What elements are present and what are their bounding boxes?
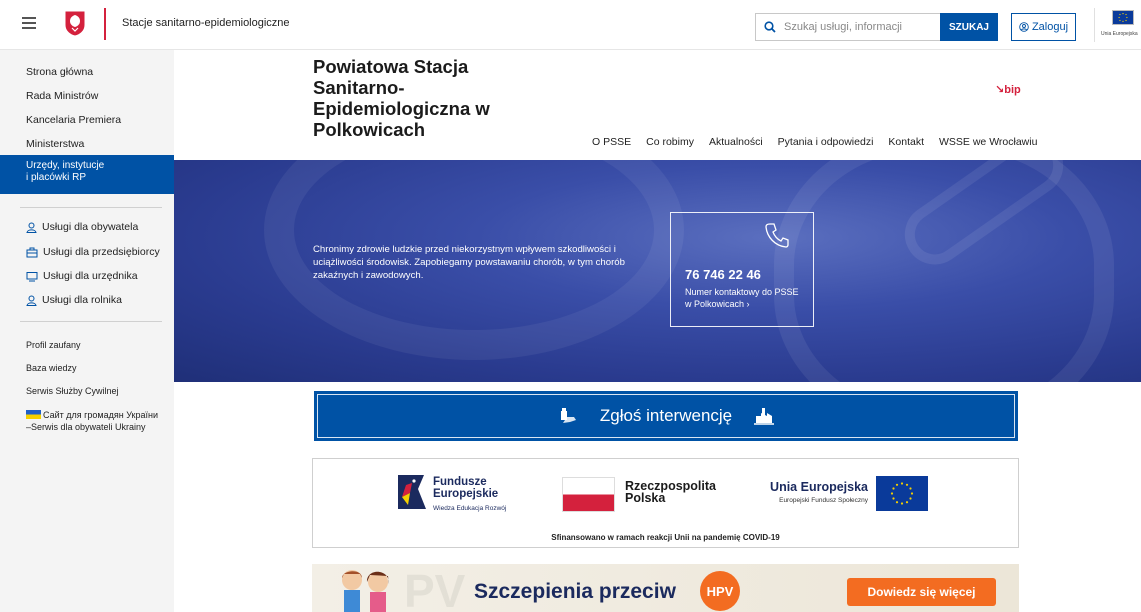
learn-more-button[interactable]: Dowiedz się więcej xyxy=(847,578,996,606)
sidebar-item-official[interactable]: Usługi dla urzędnika xyxy=(26,270,138,282)
sidebar-item-label: Usługi dla urzędnika xyxy=(43,270,138,282)
sidebar-item-ministries[interactable]: Ministerstwa xyxy=(26,138,84,150)
fe-line2: Europejskie xyxy=(433,488,499,500)
nav-item-faq[interactable]: Pytania i odpowiedzi xyxy=(778,136,874,148)
login-label: Zaloguj xyxy=(1031,21,1069,33)
pl-line2: Polska xyxy=(625,491,666,505)
main-nav: O PSSE Co robimy Aktualności Pytania i o… xyxy=(592,136,1037,148)
sidebar-item-home[interactable]: Strona główna xyxy=(26,66,93,78)
contact-box[interactable]: 76 746 22 46 Numer kontaktowy do PSSE w … xyxy=(670,212,814,327)
eu-funding-banner[interactable]: Fundusze Europejskie Wiedza Edukacja Roz… xyxy=(312,458,1019,548)
sidebar-item-knowledge-base[interactable]: Baza wiedzy xyxy=(26,363,77,373)
sidebar-item-civil-service[interactable]: Serwis Służby Cywilnej xyxy=(26,386,119,396)
sidebar-item-chancellery[interactable]: Kancelaria Premiera xyxy=(26,114,121,126)
monitor-icon xyxy=(26,271,38,281)
search-button[interactable]: SZUKAJ xyxy=(940,13,998,41)
nav-item-about[interactable]: O PSSE xyxy=(592,136,631,148)
briefcase-icon xyxy=(26,247,38,257)
search-input[interactable] xyxy=(784,21,934,33)
european-funds-text: Fundusze Europejskie Wiedza Edukacja Roz… xyxy=(433,476,506,515)
sidebar-item-business[interactable]: Usługi dla przedsiębiorcy xyxy=(26,246,160,258)
divider xyxy=(1094,8,1095,42)
hand-spray-icon xyxy=(560,408,576,423)
ue-subtitle: Europejski Fundusz Społeczny xyxy=(779,497,868,504)
children-illustration-icon xyxy=(342,570,390,612)
nav-item-contact[interactable]: Kontakt xyxy=(888,136,924,148)
sidebar-item-council[interactable]: Rada Ministrów xyxy=(26,90,98,102)
sidebar-item-label: Usługi dla przedsiębiorcy xyxy=(43,246,160,258)
hero-mission-text: Chronimy zdrowie ludzkie przed niekorzys… xyxy=(313,244,625,281)
page-title[interactable]: Powiatowa Stacja Sanitarno-Epidemiologic… xyxy=(313,56,533,140)
hero-banner: Chronimy zdrowie ludzkie przed niekorzys… xyxy=(174,160,1141,382)
phone-icon xyxy=(765,223,789,248)
contact-phone: 76 746 22 46 xyxy=(685,267,761,282)
nav-item-wsse[interactable]: WSSE we Wrocławiu xyxy=(939,136,1037,148)
funding-caption: Sfinansowano w ramach reakcji Unii na pa… xyxy=(551,533,780,542)
bip-link[interactable]: ↘bip xyxy=(995,83,1021,96)
divider xyxy=(20,207,162,208)
search-icon xyxy=(764,21,776,33)
menu-icon[interactable] xyxy=(22,17,36,29)
sidebar-item-farmer[interactable]: Usługi dla rolnika xyxy=(26,294,122,306)
sidebar-active-line2: i placówki RP xyxy=(26,172,87,183)
person-icon xyxy=(26,295,37,306)
fe-line1: Fundusze xyxy=(433,476,487,488)
hpv-watermark: PV xyxy=(404,565,466,612)
divider xyxy=(20,321,162,322)
sidebar-item-ukraine[interactable]: Сайт для громадян України –Serwis dla ob… xyxy=(26,409,158,433)
sidebar-item-trusted-profile[interactable]: Profil zaufany xyxy=(26,340,81,350)
sidebar-item-label: Usługi dla rolnika xyxy=(42,294,122,306)
search-box[interactable] xyxy=(755,13,940,41)
ukraine-line2: –Serwis dla obywateli Ukrainy xyxy=(26,422,146,432)
eu-flag-icon xyxy=(876,476,928,511)
polish-emblem-icon[interactable] xyxy=(63,9,87,37)
hpv-badge: HPV xyxy=(700,571,740,611)
sidebar-item-citizen[interactable]: Usługi dla obywatela xyxy=(26,221,138,233)
contact-description: Numer kontaktowy do PSSE w Polkowicach › xyxy=(685,287,799,309)
service-name[interactable]: Stacje sanitarno-epidemiologiczne xyxy=(122,17,290,29)
poland-flag-icon xyxy=(562,477,615,512)
factory-icon xyxy=(754,408,775,425)
hpv-vaccination-banner[interactable]: PV Szczepienia przeciw HPV Dowiedz się w… xyxy=(312,564,1019,612)
top-bar: Stacje sanitarno-epidemiologiczne SZUKAJ… xyxy=(0,0,1141,50)
sidebar-item-label: Usługi dla obywatela xyxy=(42,221,139,233)
hpv-title: Szczepienia przeciw xyxy=(474,580,676,603)
ue-title: Unia Europejska xyxy=(770,480,868,494)
intervention-inner: Zgłoś interwencję xyxy=(317,394,1015,438)
sidebar: Strona główna Rada Ministrów Kancelaria … xyxy=(0,50,174,612)
ukraine-flag-icon xyxy=(26,410,41,419)
bip-arrow-icon: ↘ xyxy=(995,84,1005,96)
poland-text: Rzeczpospolita Polska xyxy=(625,480,716,505)
nav-item-what-we-do[interactable]: Co robimy xyxy=(646,136,694,148)
login-button[interactable]: Zaloguj xyxy=(1011,13,1076,41)
sidebar-item-offices[interactable]: Urzędy, instytucje i placówki RP xyxy=(0,155,174,194)
bip-label: bip xyxy=(1004,84,1021,96)
fe-subtitle: Wiedza Edukacja Rozwój xyxy=(433,505,507,512)
ukraine-line1: Сайт для громадян України xyxy=(43,410,158,420)
nav-item-news[interactable]: Aktualności xyxy=(709,136,763,148)
user-circle-icon xyxy=(1019,22,1029,32)
eu-flag-icon[interactable] xyxy=(1112,10,1134,25)
person-icon xyxy=(26,222,37,233)
sidebar-active-line1: Urzędy, instytucje xyxy=(26,160,105,171)
eu-text: Unia Europejska Europejski Fundusz Społe… xyxy=(736,480,868,504)
european-funds-logo-icon xyxy=(398,475,426,509)
header-divider xyxy=(104,8,106,40)
report-intervention-banner[interactable]: Zgłoś interwencję xyxy=(314,391,1018,441)
eu-label: Unia Europejska xyxy=(1101,31,1138,37)
intervention-label: Zgłoś interwencję xyxy=(599,406,733,425)
